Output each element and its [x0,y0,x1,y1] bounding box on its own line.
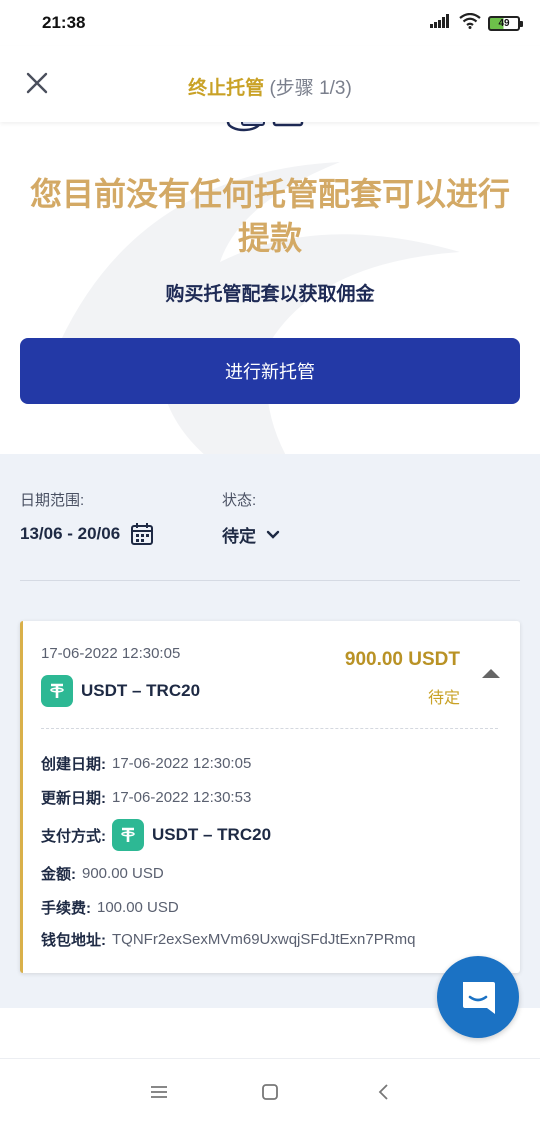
detail-payment-value: USDT – TRC20 [152,825,272,844]
hero-subtitle: 购买托管配套以获取佣金 [165,284,375,305]
transaction-card[interactable]: 17-06-2022 12:30:05 900.00 USDT 待定 USDT … [20,621,520,973]
date-range-picker[interactable]: 13/06 - 20/06 [20,522,154,546]
filter-divider [20,580,520,581]
transaction-amount: 900.00 USDT [344,649,460,670]
back-button[interactable] [372,1081,396,1103]
back-arrow-icon [378,1084,388,1100]
detail-updated: 更新日期: 17-06-2022 12:30:53 [41,787,251,808]
tether-icon [41,675,73,707]
menu-icon [151,1086,167,1098]
calendar-icon [131,523,154,545]
transaction-status: 待定 [427,690,460,707]
square-icon [262,1084,278,1100]
recent-apps-button[interactable] [147,1081,171,1103]
date-range-label: 日期范围: [20,492,85,509]
date-range-value: 13/06 - 20/06 [20,524,121,543]
chat-support-button[interactable] [437,956,519,1038]
system-nav-bar [0,1058,540,1124]
detail-created-label: 创建日期: [41,756,106,773]
signal-icon [430,13,452,33]
detail-payment: 支付方式: USDT – TRC20 [41,819,271,851]
detail-wallet-value[interactable]: TQNFr2exSexMVm69UxwqjSFdJtExn7PRmq [112,931,415,948]
detail-wallet: 钱包地址: TQNFr2exSexMVm69UxwqjSFdJtExn7PRmq [41,929,415,950]
status-bar: 21:38 49 [0,0,540,46]
tether-icon [112,819,144,851]
detail-fee-value: 100.00 USD [97,899,179,916]
hero-title: 您目前没有任何托管配套可以进行提款 [29,176,510,256]
battery-level: 49 [498,17,510,29]
hero-illustration [226,122,304,132]
collapse-caret-icon[interactable] [482,669,500,678]
home-button[interactable] [258,1081,282,1103]
detail-amount: 金额: 900.00 USD [41,863,164,884]
top-app-bar: 终止托管 (步骤 1/3) [0,46,540,122]
chat-icon [463,982,495,1014]
status-filter-label: 状态: [222,492,257,509]
page-title-step: (步骤 1/3) [269,78,352,99]
page-title-main: 终止托管 [188,78,265,99]
detail-updated-value: 17-06-2022 12:30:53 [112,789,252,806]
detail-payment-label: 支付方式: [41,827,106,845]
status-icons: 49 [430,12,523,34]
coin-name: USDT – TRC20 [81,681,201,700]
new-custody-button[interactable]: 进行新托管 [20,338,520,404]
detail-created-value: 17-06-2022 12:30:05 [112,755,252,772]
detail-fee-label: 手续费: [41,900,91,917]
detail-wallet-label: 钱包地址: [41,932,106,949]
chevron-down-icon [266,530,280,539]
transactions-section: 日期范围: 13/06 - 20/06 状态: 待定 17-06-2022 12… [0,454,540,1008]
detail-amount-value: 900.00 USD [82,865,164,882]
detail-created: 创建日期: 17-06-2022 12:30:05 [41,753,251,774]
wifi-icon [459,12,481,34]
detail-amount-label: 金额: [41,866,76,883]
transaction-datetime: 17-06-2022 12:30:05 [41,645,181,662]
status-time: 21:38 [42,13,86,32]
status-filter-value: 待定 [222,527,256,546]
page-title: 终止托管 (步骤 1/3) [0,73,540,100]
detail-updated-label: 更新日期: [41,790,106,807]
hero-section: 您目前没有任何托管配套可以进行提款 购买托管配套以获取佣金 进行新托管 [0,122,540,454]
coin-row: USDT – TRC20 [41,675,200,707]
battery-icon: 49 [488,15,523,31]
detail-fee: 手续费: 100.00 USD [41,897,179,918]
card-divider [41,728,498,729]
status-filter-dropdown[interactable]: 待定 [222,522,280,547]
